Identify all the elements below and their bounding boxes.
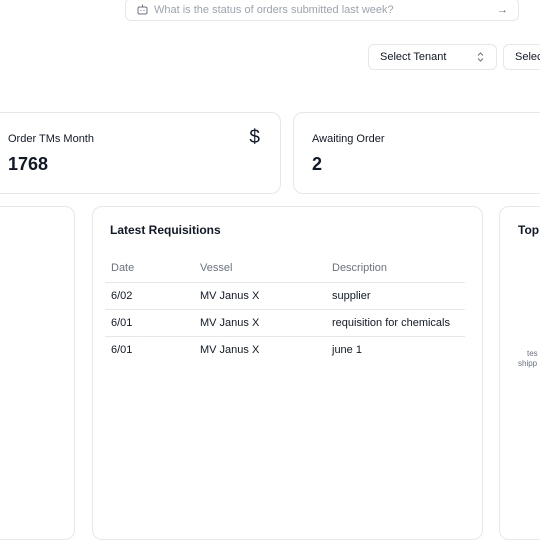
table-row[interactable]: 6/01 MV Janus X june 1 (105, 336, 465, 363)
column-header-vessel: Vessel (194, 255, 326, 283)
cell-date: 6/01 (111, 343, 133, 356)
stat-card-order-tms: Order TMs Month 1768 $ (0, 112, 281, 194)
left-panel (0, 206, 75, 540)
panel-title: Top (518, 223, 540, 237)
cell-description: supplier (326, 282, 465, 310)
chart-label-line-2: shipp (518, 359, 538, 368)
select-tenant-dropdown[interactable]: Select Tenant (368, 44, 497, 70)
stat-card-awaiting-order: Awaiting Order 2 (293, 112, 540, 194)
table-header-row: Date Vessel Description (105, 255, 465, 283)
cell-vessel: MV Janus X (200, 343, 260, 356)
search-bar[interactable]: → (125, 0, 519, 21)
select-tenant-label: Select Tenant (380, 51, 447, 63)
cell-description: requisition for chemicals (326, 309, 465, 337)
panel-title: Latest Requisitions (110, 223, 221, 237)
cell-date: 6/01 (105, 309, 194, 337)
stat-label: Awaiting Order (312, 133, 385, 145)
cell-vessel: MV Janus X (194, 309, 326, 337)
latest-requisitions-panel: Latest Requisitions Date Vessel Descript… (92, 206, 483, 540)
chart-label-line-1: tes (527, 349, 538, 358)
cell-description: june 1 (332, 343, 362, 356)
table-row[interactable]: 6/01 MV Janus X requisition for chemical… (105, 309, 465, 337)
chevron-up-down-icon (476, 51, 485, 63)
bot-icon (136, 3, 149, 16)
arrow-right-icon[interactable]: → (497, 4, 508, 16)
stat-value: 2 (312, 154, 323, 174)
table-row[interactable]: 6/02 MV Janus X supplier (105, 282, 465, 310)
requisitions-table: Date Vessel Description 6/02 MV Janus X … (105, 255, 465, 363)
select-second-label: Selec (515, 51, 540, 63)
stat-label: Order TMs Month (8, 133, 94, 145)
right-panel: Top tes shipp (499, 206, 540, 540)
chart-label: tes shipp (518, 349, 538, 369)
dollar-icon: $ (249, 127, 260, 148)
cell-date: 6/02 (105, 282, 194, 310)
select-second-dropdown[interactable]: Selec (503, 44, 540, 70)
cell-vessel: MV Janus X (194, 282, 326, 310)
column-header-date: Date (105, 255, 194, 283)
search-input[interactable] (154, 3, 497, 16)
column-header-description: Description (326, 255, 465, 283)
stat-value: 1768 (8, 154, 49, 174)
